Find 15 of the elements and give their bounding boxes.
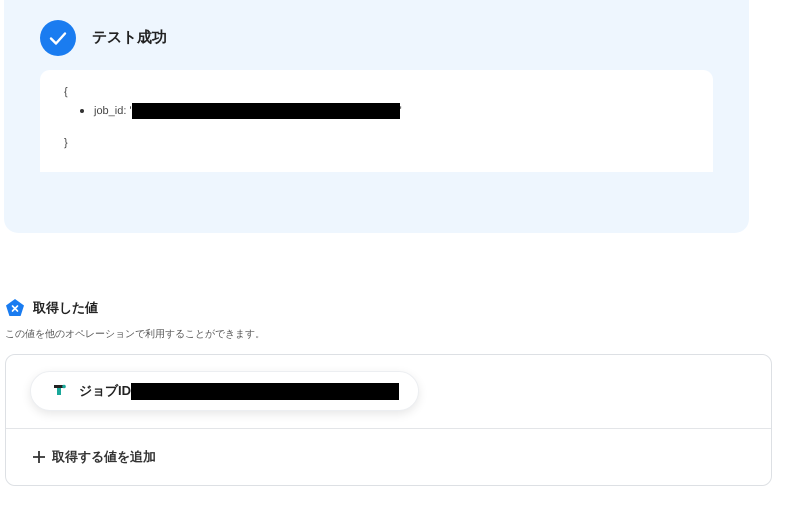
app-logo-icon [53, 384, 67, 398]
check-icon [40, 20, 76, 56]
result-title: テスト成功 [92, 28, 167, 48]
code-key: job_id: ' [94, 102, 132, 119]
value-chip[interactable]: ジョブID [30, 371, 419, 411]
bullet-icon [80, 108, 84, 113]
quote-text: ' [400, 104, 402, 118]
variable-icon [5, 298, 25, 318]
brace-text: { [64, 85, 68, 100]
section-description: この値を他のオペレーションで利用することができます。 [5, 328, 265, 342]
brace-text: } [64, 136, 68, 151]
plus-icon [32, 450, 46, 464]
section-title: 取得した値 [33, 299, 98, 318]
chip-label: ジョブID [79, 382, 131, 400]
add-value-button[interactable]: 取得する値を追加 [32, 447, 156, 466]
